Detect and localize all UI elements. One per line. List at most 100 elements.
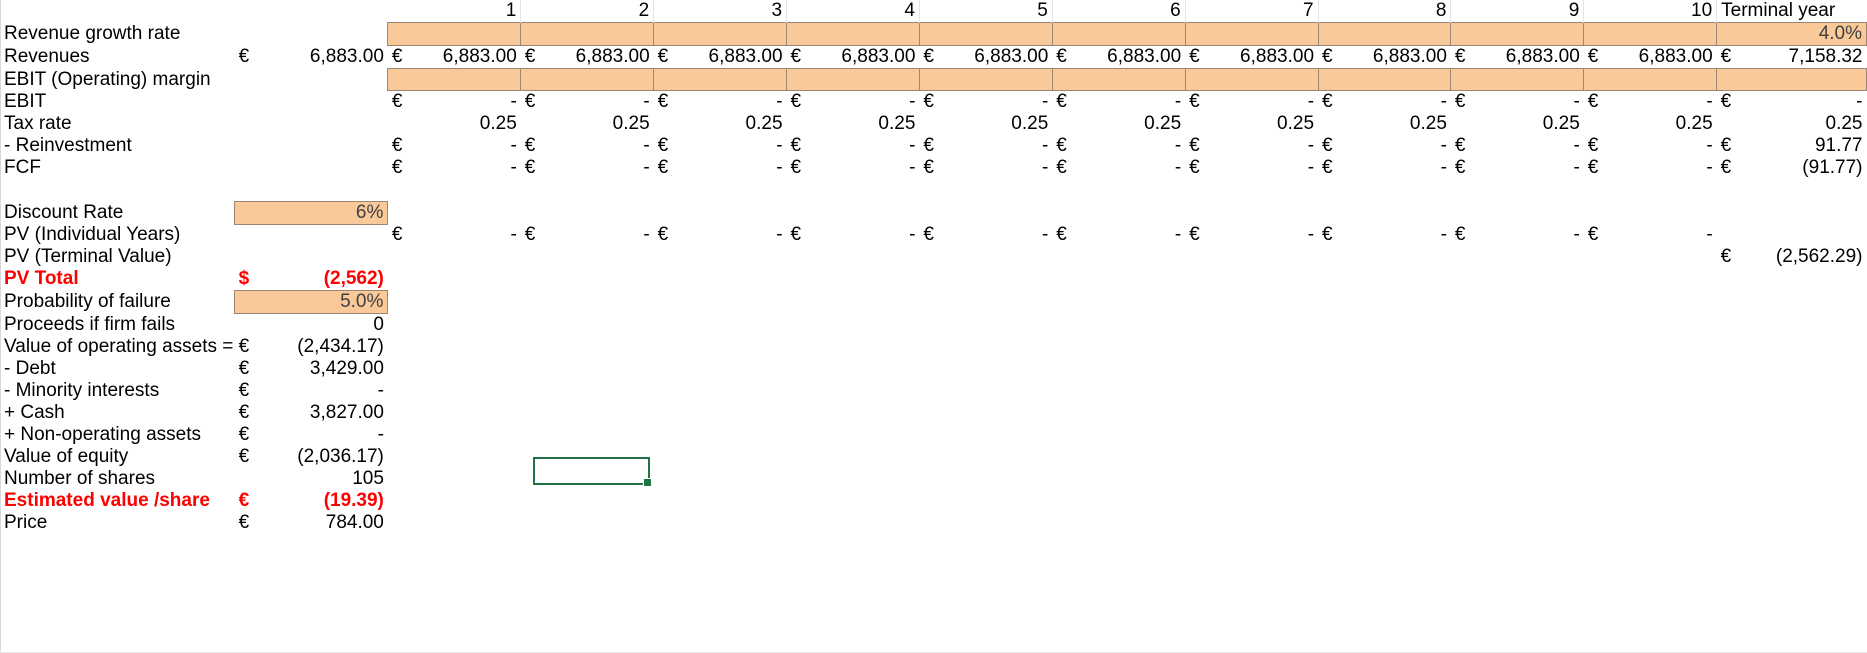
spacer-row — [0, 179, 1867, 201]
fcf-base-val — [266, 157, 388, 179]
ebit-terminal: - — [1856, 91, 1863, 112]
value-operating-assets-cur: € — [238, 336, 250, 357]
tax-rate-year-1: 0.25 — [479, 113, 517, 134]
revenue-growth-base-cur — [235, 23, 266, 46]
ebit-year-2: - — [643, 91, 650, 112]
ebit-margin-year-9[interactable] — [1450, 68, 1585, 91]
header-year-9: 9 — [1482, 0, 1585, 23]
ebit-base-val — [266, 91, 388, 114]
row-discount-rate: Discount Rate 6% — [0, 200, 1867, 225]
pv-individual-year-8: - — [1440, 224, 1447, 245]
fcf-year-1: - — [510, 157, 517, 178]
debt-value: 3,429.00 — [309, 358, 384, 379]
revenue-growth-year-9[interactable] — [1450, 22, 1585, 46]
revenue-growth-year-3[interactable] — [653, 22, 788, 46]
header-year-6: 6 — [1083, 0, 1186, 23]
tax-rate-year-7-cur — [1185, 113, 1216, 135]
row-label-proceeds-if-firm-fails: Proceeds if firm fails — [4, 313, 176, 335]
revenue-growth-year-2[interactable] — [520, 22, 655, 46]
ebit-margin-year-2[interactable] — [520, 68, 655, 91]
fcf-year-8-cur: € — [1322, 157, 1333, 178]
ebit-margin-year-7[interactable] — [1184, 68, 1319, 91]
row-value-of-operating-assets: Value of operating assets = € (2,434.17) — [0, 336, 1867, 358]
cash-cur: € — [238, 402, 250, 423]
fcf-year-4: - — [909, 157, 916, 178]
revenues-year-3-cur: € — [657, 46, 669, 67]
value-operating-assets-value: (2,434.17) — [297, 336, 384, 357]
revenues-year-3: 6,883.00 — [708, 46, 783, 67]
ebit-margin-year-4[interactable] — [786, 68, 920, 91]
reinvestment-year-10: - — [1706, 135, 1713, 156]
revenue-growth-terminal[interactable]: 4.0% — [1716, 22, 1867, 46]
ebit-margin-year-6[interactable] — [1051, 68, 1186, 91]
row-label-value-of-operating-assets: Value of operating assets = — [4, 336, 234, 357]
fcf-year-1-cur: € — [391, 157, 403, 178]
row-label-revenues: Revenues — [4, 46, 90, 67]
header-year-7: 7 — [1216, 0, 1319, 23]
value-of-equity-cur: € — [238, 446, 250, 467]
revenues-base-cur: € — [238, 46, 250, 67]
revenue-growth-year-4[interactable] — [786, 22, 920, 46]
revenue-growth-year-1[interactable] — [387, 22, 522, 46]
revenues-terminal-cur: € — [1720, 46, 1732, 67]
probability-of-failure-value[interactable]: 5.0% — [234, 290, 389, 314]
row-label-debt: - Debt — [4, 358, 56, 379]
fcf-year-3: - — [776, 157, 783, 178]
ebit-margin-year-5[interactable] — [918, 68, 1053, 91]
pv-individual-year-7: - — [1307, 224, 1315, 245]
selected-cell-highlight[interactable] — [533, 457, 650, 485]
pv-total-filler — [388, 268, 1867, 291]
fcf-year-6: - — [1174, 157, 1182, 178]
tax-rate-year-10: 0.25 — [1675, 113, 1713, 134]
fcf-base-cur — [235, 157, 266, 179]
revenues-year-4-cur: € — [790, 46, 802, 67]
row-number-of-shares: Number of shares 105 — [0, 468, 1867, 490]
row-tax-rate: Tax rate 0.25 0.25 0.25 0.25 0.25 0.25 0… — [0, 113, 1867, 135]
revenues-year-7-cur: € — [1189, 46, 1200, 67]
tax-rate-year-3: 0.25 — [745, 113, 783, 134]
tax-rate-year-9-cur — [1451, 113, 1482, 135]
spreadsheet-canvas: 1 2 3 4 5 6 7 8 9 10 Terminal year Reven… — [0, 0, 1867, 653]
tax-rate-year-4-cur — [787, 113, 818, 135]
reinvestment-year-5: - — [1041, 135, 1049, 156]
row-label-pv-total: PV Total — [4, 268, 79, 290]
revenues-year-9-cur: € — [1454, 46, 1466, 67]
dcf-valuation-grid: 1 2 3 4 5 6 7 8 9 10 Terminal year Reven… — [0, 0, 1867, 534]
revenue-growth-year-5[interactable] — [918, 22, 1053, 46]
revenue-growth-year-10[interactable] — [1583, 22, 1718, 46]
fill-handle[interactable] — [643, 478, 652, 487]
header-year-7-cur — [1185, 0, 1216, 23]
ebit-year-9: - — [1573, 91, 1580, 112]
pv-total-cur: $ — [238, 268, 250, 289]
pv-individual-year-7-cur: € — [1189, 224, 1200, 245]
header-year-4: 4 — [817, 0, 920, 23]
ebit-year-4: - — [909, 91, 916, 112]
reinvestment-year-1-cur: € — [391, 135, 403, 156]
revenue-growth-year-6[interactable] — [1051, 22, 1186, 46]
price-value: 784.00 — [325, 512, 384, 533]
row-pv-individual-years: PV (Individual Years) € - € - € - € - € … — [0, 224, 1867, 246]
row-label-ebit: EBIT — [4, 90, 47, 112]
header-year-2-cur — [521, 0, 552, 23]
ebit-year-5-cur: € — [923, 91, 934, 112]
tax-rate-year-6-cur — [1052, 113, 1083, 135]
pv-individual-base-val — [266, 224, 388, 246]
ebit-year-10-cur: € — [1587, 91, 1599, 112]
pv-individual-year-10: - — [1706, 224, 1713, 245]
revenue-growth-year-8[interactable] — [1317, 22, 1452, 46]
proceeds-value: 0 — [373, 314, 384, 335]
ebit-margin-year-10[interactable] — [1583, 68, 1718, 91]
ebit-margin-year-1[interactable] — [387, 68, 522, 91]
reinvestment-year-2: - — [643, 135, 650, 156]
ebit-year-9-cur: € — [1454, 91, 1466, 112]
discount-rate-value[interactable]: 6% — [234, 200, 389, 225]
tax-rate-year-8-cur — [1318, 113, 1349, 135]
reinvestment-year-8-cur: € — [1322, 135, 1333, 156]
ebit-margin-year-8[interactable] — [1317, 68, 1452, 91]
revenue-growth-year-7[interactable] — [1184, 22, 1319, 46]
ebit-margin-terminal[interactable] — [1716, 68, 1867, 91]
ebit-margin-year-3[interactable] — [653, 68, 788, 91]
price-cur: € — [238, 512, 250, 533]
reinvestment-year-9-cur: € — [1454, 135, 1466, 156]
row-label-revenue-growth-rate: Revenue growth rate — [4, 23, 181, 44]
